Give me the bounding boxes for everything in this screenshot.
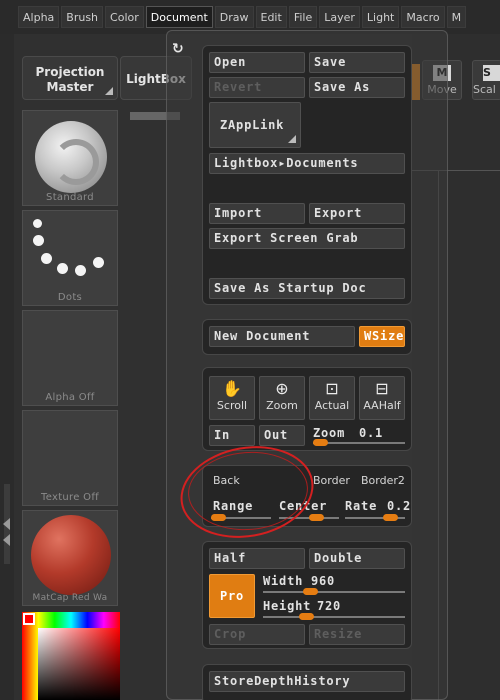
material-thumbnail[interactable]: MatCap Red Wa bbox=[22, 510, 118, 606]
main-color-swatch[interactable] bbox=[23, 613, 35, 625]
menu-light[interactable]: Light bbox=[361, 6, 400, 28]
border2-tab[interactable]: Border2 bbox=[361, 474, 405, 487]
menu-document[interactable]: Document bbox=[145, 6, 213, 28]
depth-history-group: StoreDepthHistory bbox=[202, 664, 412, 700]
lightbox-documents-button[interactable]: Lightbox▸Documents bbox=[209, 153, 405, 174]
store-depth-history-button[interactable]: StoreDepthHistory bbox=[209, 671, 405, 692]
color-picker[interactable] bbox=[22, 612, 120, 700]
half-button[interactable]: Half bbox=[209, 548, 305, 569]
alpha-thumbnail[interactable]: Alpha Off bbox=[22, 310, 118, 406]
new-document-group: New Document WSize bbox=[202, 319, 412, 355]
document-size-group: Half Double Pro Width 960 Height 720 Cro… bbox=[202, 541, 412, 649]
zoom-button[interactable]: ⊕ Zoom bbox=[259, 376, 305, 420]
rate-label: Rate bbox=[345, 499, 378, 513]
hand-icon: ✋ bbox=[222, 379, 242, 398]
zoom-slider-label: Zoom bbox=[313, 426, 346, 440]
scroll-button[interactable]: ✋ Scroll bbox=[209, 376, 255, 420]
aahalf-icon: ⊟ bbox=[375, 379, 389, 398]
save-button[interactable]: Save bbox=[309, 52, 405, 73]
corner-triangle-icon bbox=[105, 87, 113, 95]
open-button[interactable]: Open bbox=[209, 52, 305, 73]
collapse-arrow-icon-2[interactable] bbox=[3, 534, 10, 546]
scale-icon: S bbox=[483, 65, 500, 81]
file-actions-group: Open Save Revert Save As ZAppLink Lightb… bbox=[202, 45, 412, 305]
actual-button[interactable]: ⊡ Actual bbox=[309, 376, 355, 420]
material-caption: MatCap Red Wa bbox=[32, 593, 108, 603]
new-document-button[interactable]: New Document bbox=[209, 326, 355, 347]
width-value: 960 bbox=[311, 574, 336, 588]
scroll-label: Scroll bbox=[216, 399, 248, 412]
menu-draw[interactable]: Draw bbox=[214, 6, 254, 28]
projection-master-label: Projection Master bbox=[35, 65, 105, 94]
zoom-slider-knob[interactable] bbox=[313, 439, 328, 446]
export-screen-grab-button[interactable]: Export Screen Grab bbox=[209, 228, 405, 249]
resize-button[interactable]: Resize bbox=[309, 624, 405, 645]
zoom-label: Zoom bbox=[266, 399, 298, 412]
zapplink-button[interactable]: ZAppLink bbox=[209, 102, 301, 148]
save-as-button[interactable]: Save As bbox=[309, 77, 405, 98]
save-as-startup-doc-button[interactable]: Save As Startup Doc bbox=[209, 278, 405, 299]
alpha-caption: Alpha Off bbox=[45, 392, 95, 403]
center-slider-knob[interactable] bbox=[309, 514, 324, 521]
zapplink-corner-icon bbox=[288, 135, 296, 143]
scale-button[interactable]: S Scal bbox=[472, 60, 500, 100]
height-slider-track bbox=[263, 616, 405, 618]
width-label: Width bbox=[263, 574, 304, 588]
stroke-thumbnail[interactable]: Dots bbox=[22, 210, 118, 306]
export-button[interactable]: Export bbox=[309, 203, 405, 224]
crop-button[interactable]: Crop bbox=[209, 624, 305, 645]
zoom-tools-group: ✋ Scroll ⊕ Zoom ⊡ Actual ⊟ AAHalf In Out… bbox=[202, 367, 412, 451]
standard-brush-icon bbox=[35, 121, 107, 193]
actual-label: Actual bbox=[314, 399, 350, 412]
rate-value: 0.2 bbox=[387, 499, 412, 513]
left-edge-tray bbox=[0, 34, 14, 700]
refresh-icon[interactable]: ↻ bbox=[172, 41, 184, 57]
scale-label: Scal bbox=[473, 83, 496, 96]
wsize-button[interactable]: WSize bbox=[359, 326, 405, 347]
brush-thumbnail[interactable]: Standard bbox=[22, 110, 118, 206]
zapplink-label: ZAppLink bbox=[220, 118, 285, 132]
zoom-icon: ⊕ bbox=[275, 379, 289, 398]
actual-size-icon: ⊡ bbox=[325, 379, 339, 398]
aahalf-button[interactable]: ⊟ AAHalf bbox=[359, 376, 405, 420]
rate-slider-knob[interactable] bbox=[383, 514, 398, 521]
brush-caption: Standard bbox=[46, 192, 94, 203]
projection-master-button[interactable]: Projection Master bbox=[22, 56, 118, 100]
zoom-out-button[interactable]: Out bbox=[259, 425, 305, 446]
menu-edit[interactable]: Edit bbox=[255, 6, 287, 28]
zoom-slider-value: 0.1 bbox=[359, 426, 384, 440]
aahalf-label: AAHalf bbox=[363, 399, 401, 412]
stroke-caption: Dots bbox=[57, 292, 83, 303]
border-tab[interactable]: Border bbox=[313, 474, 350, 487]
top-menu-bar: Alpha Brush Color Document Draw Edit Fil… bbox=[0, 0, 500, 34]
height-label: Height bbox=[263, 599, 312, 613]
menu-macro[interactable]: Macro bbox=[401, 6, 445, 28]
menu-layer[interactable]: Layer bbox=[319, 6, 360, 28]
height-value: 720 bbox=[317, 599, 342, 613]
menu-m[interactable]: M bbox=[446, 6, 467, 28]
zoom-in-button[interactable]: In bbox=[209, 425, 255, 446]
pro-button[interactable]: Pro bbox=[209, 574, 255, 618]
import-button[interactable]: Import bbox=[209, 203, 305, 224]
width-slider-knob[interactable] bbox=[303, 588, 318, 595]
saturation-value-square[interactable] bbox=[38, 628, 120, 700]
menu-file[interactable]: File bbox=[288, 6, 318, 28]
collapse-arrow-icon[interactable] bbox=[3, 518, 10, 530]
menu-color[interactable]: Color bbox=[105, 6, 144, 28]
double-button[interactable]: Double bbox=[309, 548, 405, 569]
matcap-red-wax-icon bbox=[31, 515, 111, 595]
revert-button[interactable]: Revert bbox=[209, 77, 305, 98]
menu-alpha[interactable]: Alpha bbox=[18, 6, 60, 28]
width-slider-track bbox=[263, 591, 405, 593]
texture-caption: Texture Off bbox=[41, 492, 99, 503]
menu-brush[interactable]: Brush bbox=[61, 6, 104, 28]
texture-thumbnail[interactable]: Texture Off bbox=[22, 410, 118, 506]
height-slider-knob[interactable] bbox=[299, 613, 314, 620]
